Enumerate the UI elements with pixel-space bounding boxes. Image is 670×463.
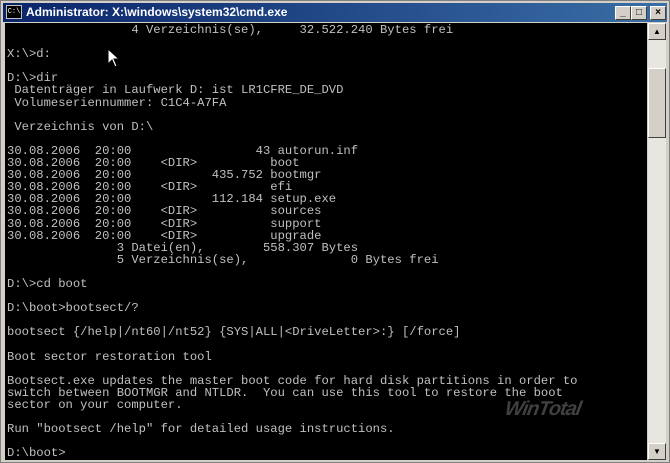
console-text: 4 Verzeichnis(se), 32.522.240 Bytes frei… [7, 23, 578, 460]
cmd-window: C:\ Administrator: X:\windows\system32\c… [0, 0, 670, 463]
mouse-pointer-icon [107, 48, 121, 68]
scrollbar-thumb[interactable] [648, 68, 666, 138]
cmd-icon[interactable]: C:\ [6, 5, 22, 19]
maximize-button[interactable]: □ [631, 6, 647, 20]
console-output[interactable]: 4 Verzeichnis(se), 32.522.240 Bytes frei… [5, 23, 647, 460]
wintotal-watermark: WinTotal [503, 398, 583, 420]
title-bar[interactable]: C:\ Administrator: X:\windows\system32\c… [3, 3, 667, 22]
scroll-up-arrow-icon[interactable]: ▲ [648, 23, 666, 40]
close-button[interactable]: × [650, 6, 666, 20]
scroll-down-arrow-icon[interactable]: ▼ [648, 443, 666, 460]
vertical-scrollbar[interactable]: ▲ ▼ [648, 23, 666, 460]
window-title: Administrator: X:\windows\system32\cmd.e… [26, 5, 288, 19]
minimize-button[interactable]: _ [615, 6, 631, 20]
